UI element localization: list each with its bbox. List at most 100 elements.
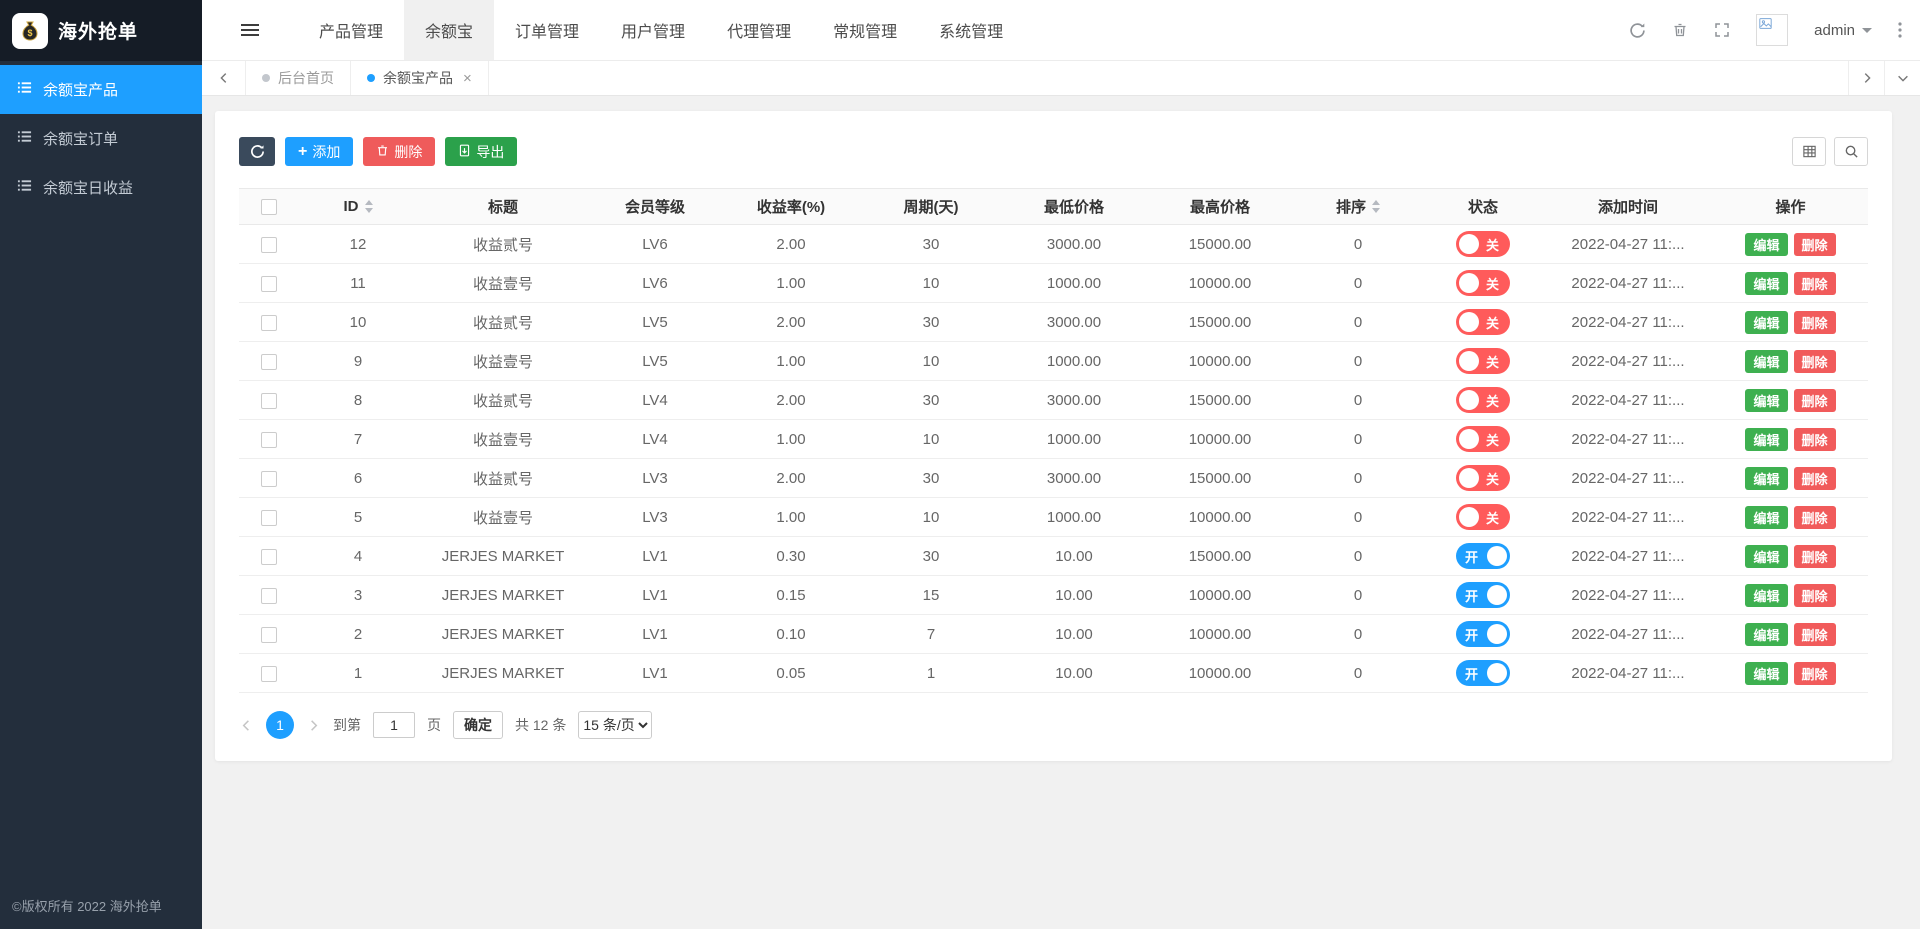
- delete-row-button[interactable]: 删除: [1793, 505, 1836, 529]
- row-checkbox[interactable]: [261, 626, 277, 643]
- row-checkbox[interactable]: [261, 431, 277, 448]
- row-checkbox[interactable]: [261, 353, 277, 370]
- status-toggle[interactable]: 关: [1456, 348, 1510, 374]
- nav-item-product-mgmt[interactable]: 产品管理: [298, 0, 404, 60]
- delete-button[interactable]: 删除: [363, 137, 436, 166]
- top-menu: 产品管理 余额宝 订单管理 用户管理 代理管理 常规管理 系统管理: [298, 0, 1024, 60]
- sidebar-item-yuebao-products[interactable]: 余额宝产品: [0, 65, 202, 114]
- delete-row-button[interactable]: 删除: [1793, 466, 1836, 490]
- prev-page-icon[interactable]: [239, 718, 254, 733]
- status-toggle[interactable]: 关: [1456, 504, 1510, 530]
- delete-row-button[interactable]: 删除: [1793, 427, 1836, 451]
- delete-row-button[interactable]: 删除: [1793, 232, 1836, 256]
- status-toggle[interactable]: 关: [1456, 270, 1510, 296]
- cell-title: JERJES MARKET: [417, 536, 589, 576]
- status-toggle[interactable]: 开: [1456, 660, 1510, 686]
- delete-row-button[interactable]: 删除: [1793, 271, 1836, 295]
- sidebar-item-yuebao-daily-income[interactable]: 余额宝日收益: [0, 163, 202, 212]
- search-icon[interactable]: [1834, 137, 1868, 166]
- column-header-rate: 收益率(%): [721, 188, 861, 225]
- confirm-page-button[interactable]: 确定: [453, 711, 503, 739]
- delete-row-button[interactable]: 删除: [1793, 583, 1836, 607]
- delete-row-button[interactable]: 删除: [1793, 310, 1836, 334]
- sort-icon[interactable]: [1372, 200, 1380, 213]
- edit-button[interactable]: 编辑: [1745, 388, 1788, 412]
- delete-row-button[interactable]: 删除: [1793, 622, 1836, 646]
- status-toggle[interactable]: 开: [1456, 543, 1510, 569]
- sort-icon[interactable]: [364, 200, 373, 213]
- nav-item-user-mgmt[interactable]: 用户管理: [600, 0, 706, 60]
- next-page-icon[interactable]: [306, 718, 321, 733]
- user-menu[interactable]: admin: [1814, 22, 1872, 39]
- row-checkbox[interactable]: [261, 470, 277, 487]
- export-button[interactable]: 导出: [445, 137, 518, 166]
- row-checkbox[interactable]: [261, 587, 277, 604]
- delete-row-button[interactable]: 删除: [1793, 349, 1836, 373]
- nav-item-general-mgmt[interactable]: 常规管理: [812, 0, 918, 60]
- row-checkbox[interactable]: [261, 509, 277, 526]
- tab-yuebao-products[interactable]: 余额宝产品 ×: [351, 61, 489, 95]
- nav-item-system-mgmt[interactable]: 系统管理: [918, 0, 1024, 60]
- fullscreen-icon[interactable]: [1714, 22, 1730, 38]
- edit-button[interactable]: 编辑: [1745, 505, 1788, 529]
- status-toggle[interactable]: 关: [1456, 231, 1510, 257]
- row-checkbox[interactable]: [261, 236, 277, 253]
- nav-item-label: 常规管理: [833, 24, 898, 41]
- close-icon[interactable]: ×: [463, 70, 472, 87]
- more-vert-icon[interactable]: [1898, 22, 1902, 38]
- toggle-label: 关: [1486, 510, 1500, 526]
- tabs-scroll-left-icon[interactable]: [202, 61, 246, 95]
- edit-button[interactable]: 编辑: [1745, 622, 1788, 646]
- status-toggle[interactable]: 开: [1456, 621, 1510, 647]
- add-button[interactable]: + 添加: [285, 137, 354, 166]
- cell-max-price: 10000.00: [1147, 575, 1293, 615]
- column-header-cycle: 周期(天): [861, 188, 1001, 225]
- nav-item-yuebao[interactable]: 余额宝: [404, 0, 495, 60]
- cell-checkbox: [239, 419, 299, 459]
- nav-item-order-mgmt[interactable]: 订单管理: [494, 0, 600, 60]
- status-toggle[interactable]: 关: [1456, 309, 1510, 335]
- trash-icon[interactable]: [1672, 22, 1688, 38]
- page-number-button[interactable]: 1: [266, 711, 294, 739]
- edit-button[interactable]: 编辑: [1745, 661, 1788, 685]
- per-page-select[interactable]: 15 条/页: [578, 711, 653, 739]
- refresh-icon[interactable]: [1629, 22, 1646, 39]
- row-checkbox[interactable]: [261, 275, 277, 292]
- edit-button[interactable]: 编辑: [1745, 544, 1788, 568]
- delete-row-button[interactable]: 删除: [1793, 388, 1836, 412]
- edit-button[interactable]: 编辑: [1745, 466, 1788, 490]
- nav-item-agent-mgmt[interactable]: 代理管理: [706, 0, 812, 60]
- status-toggle[interactable]: 关: [1456, 387, 1510, 413]
- row-checkbox[interactable]: [261, 548, 277, 565]
- row-checkbox[interactable]: [261, 392, 277, 409]
- status-toggle[interactable]: 关: [1456, 426, 1510, 452]
- edit-button[interactable]: 编辑: [1745, 310, 1788, 334]
- status-toggle[interactable]: 开: [1456, 582, 1510, 608]
- edit-button[interactable]: 编辑: [1745, 271, 1788, 295]
- refresh-table-button[interactable]: [239, 137, 275, 166]
- edit-button[interactable]: 编辑: [1745, 427, 1788, 451]
- cell-rate: 2.00: [721, 224, 861, 264]
- select-all-checkbox[interactable]: [261, 199, 277, 216]
- edit-button[interactable]: 编辑: [1745, 583, 1788, 607]
- row-checkbox[interactable]: [261, 314, 277, 331]
- edit-button[interactable]: 编辑: [1745, 232, 1788, 256]
- cell-id: 11: [299, 263, 417, 303]
- tabs-menu-chevron-down-icon[interactable]: [1884, 61, 1920, 95]
- goto-page-input[interactable]: [373, 712, 415, 738]
- user-avatar[interactable]: [1756, 14, 1789, 46]
- cell-checkbox: [239, 224, 299, 264]
- sidebar-menu: 余额宝产品 余额宝订单 余额宝日收益: [0, 61, 202, 212]
- delete-row-button[interactable]: 删除: [1793, 544, 1836, 568]
- delete-row-button[interactable]: 删除: [1793, 661, 1836, 685]
- tabs-scroll-right-icon[interactable]: [1848, 61, 1884, 95]
- menu-toggle-icon[interactable]: [202, 22, 298, 38]
- cell-min-price: 3000.00: [1001, 458, 1147, 498]
- tab-label: 余额宝产品: [383, 70, 453, 86]
- sidebar-item-yuebao-orders[interactable]: 余额宝订单: [0, 114, 202, 163]
- tab-dashboard[interactable]: 后台首页: [246, 61, 351, 95]
- row-checkbox[interactable]: [261, 665, 277, 682]
- status-toggle[interactable]: 关: [1456, 465, 1510, 491]
- grid-icon[interactable]: [1792, 137, 1826, 166]
- edit-button[interactable]: 编辑: [1745, 349, 1788, 373]
